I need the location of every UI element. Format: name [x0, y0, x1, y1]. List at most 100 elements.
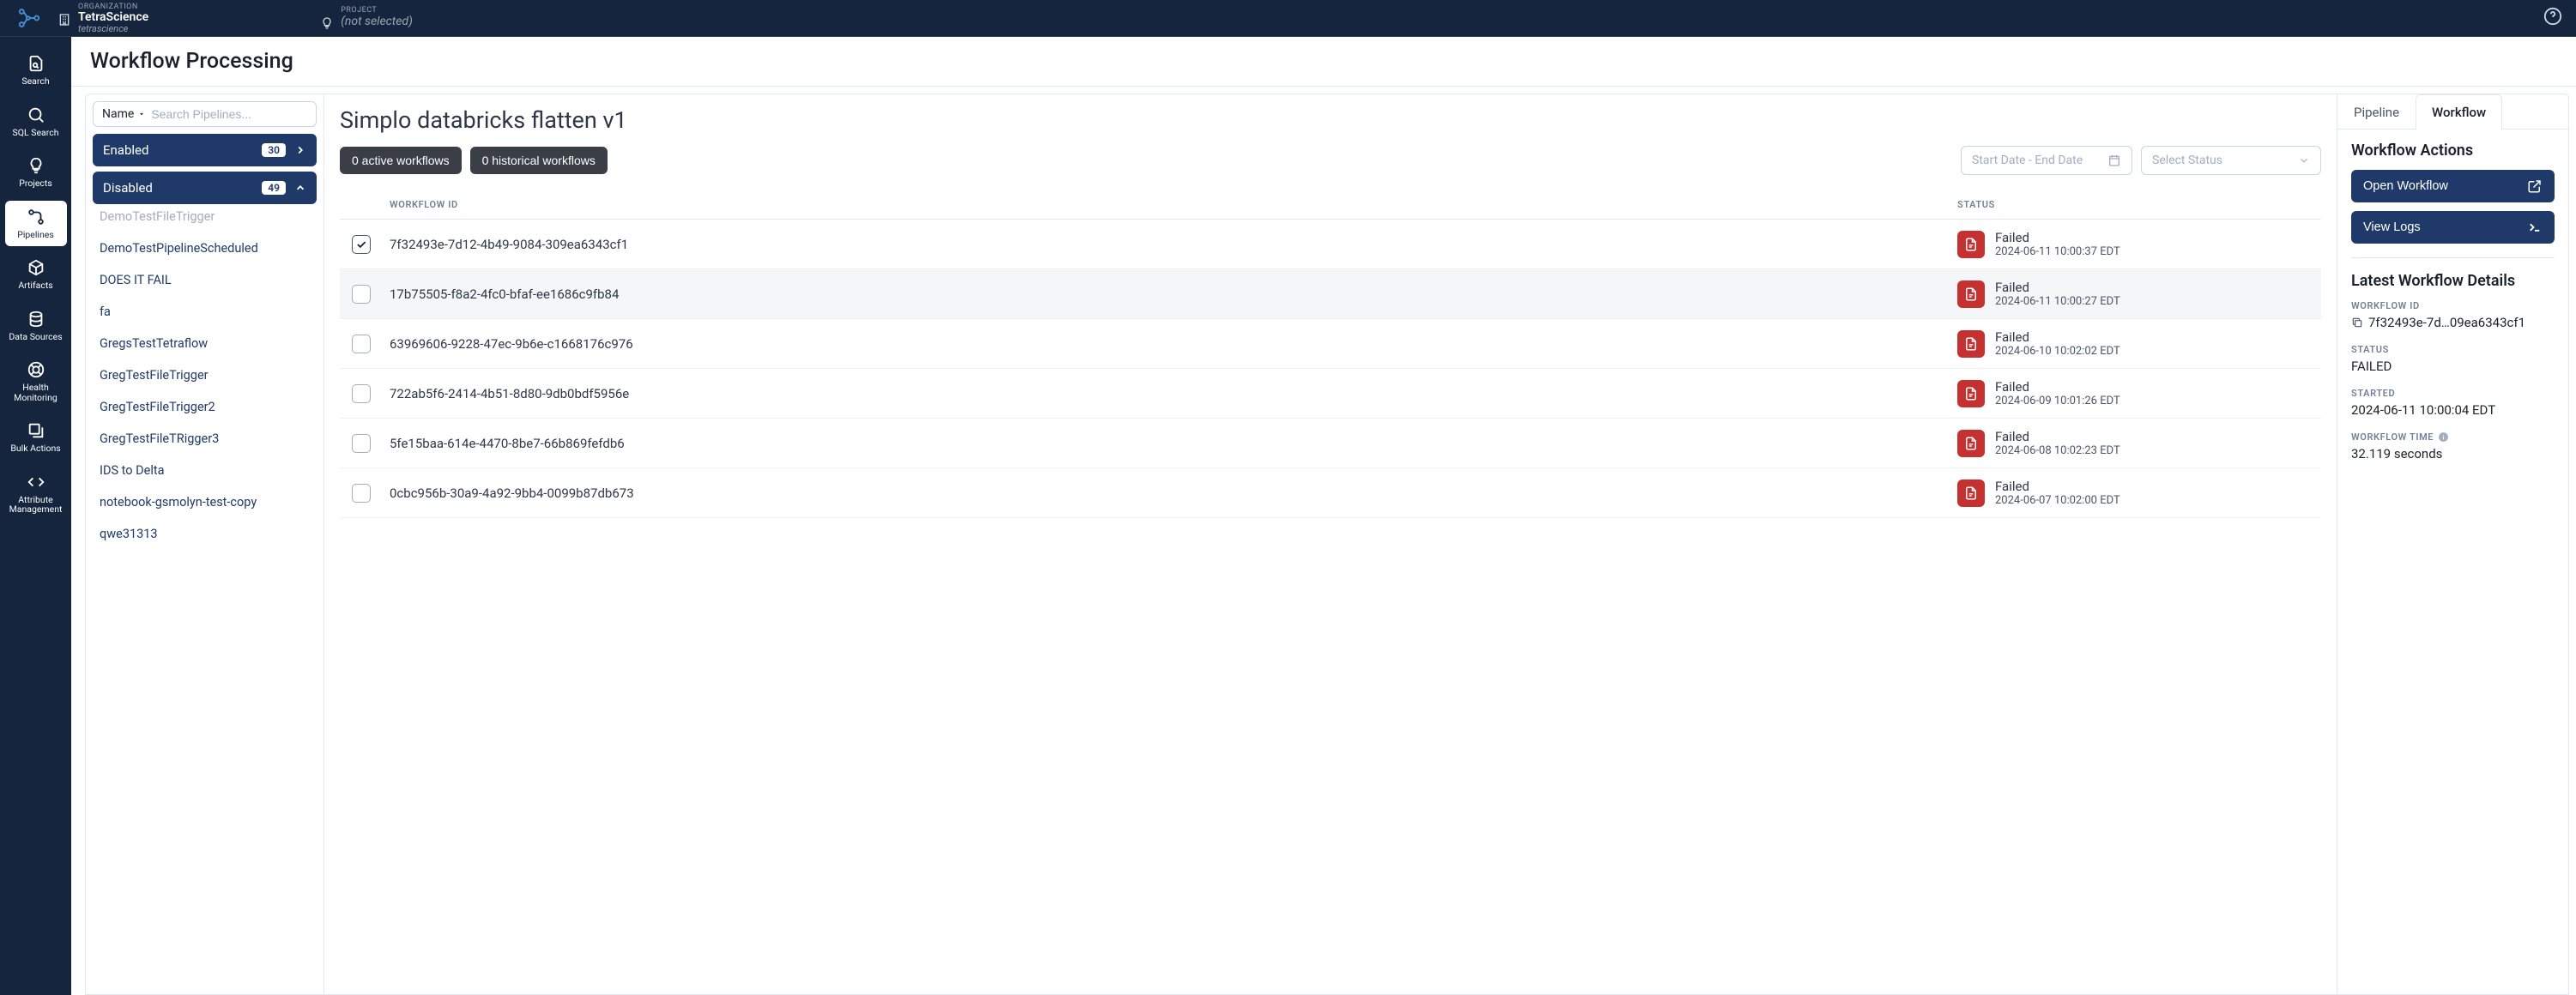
status-badge	[1957, 330, 1985, 358]
pipeline-icon	[27, 208, 45, 226]
group-disabled[interactable]: Disabled 49	[93, 172, 317, 204]
check-icon	[355, 238, 367, 250]
meta-status-label: STATUS	[2351, 344, 2555, 355]
chevron-up-icon	[294, 182, 306, 194]
status-select[interactable]: Select Status	[2141, 146, 2321, 175]
row-status: Failed	[1995, 429, 2120, 444]
row-workflow-id: 722ab5f6-2414-4b51-8d80-9db0bdf5956e	[390, 386, 629, 401]
row-workflow-id: 7f32493e-7d12-4b49-9084-309ea6343cf1	[390, 237, 628, 252]
historical-workflows-button[interactable]: 0 historical workflows	[470, 147, 608, 174]
workflow-row[interactable]: 5fe15baa-614e-4470-8be7-66b869fefdb6 Fail…	[340, 419, 2321, 468]
row-checkbox[interactable]	[352, 285, 371, 304]
col-workflow-id: WORKFLOW ID	[390, 199, 1957, 210]
row-workflow-id: 5fe15baa-614e-4470-8be7-66b869fefdb6	[390, 436, 625, 451]
database-icon	[27, 310, 45, 329]
pipeline-item[interactable]: DOES IT FAIL	[93, 264, 317, 296]
row-status: Failed	[1995, 479, 2120, 494]
workflow-row[interactable]: 63969606-9228-47ec-9b6e-c1668176c976 Fail…	[340, 319, 2321, 369]
pipeline-item[interactable]: GregTestFileTrigger2	[93, 391, 317, 423]
pipeline-item[interactable]: DemoTestFileTrigger	[93, 209, 317, 232]
meta-started-value: 2024-06-11 10:00:04 EDT	[2351, 402, 2555, 418]
pipeline-item[interactable]: GregTestFileTrigger	[93, 359, 317, 391]
date-range-input[interactable]: Start Date - End Date	[1961, 146, 2132, 175]
meta-wfid-value[interactable]: 7f32493e-7d…09ea6343cf1	[2351, 315, 2555, 330]
pipeline-item[interactable]: DemoTestPipelineScheduled	[93, 232, 317, 264]
tab-workflow[interactable]: Workflow	[2416, 94, 2502, 130]
row-timestamp: 2024-06-11 10:00:37 EDT	[1995, 245, 2120, 258]
row-checkbox[interactable]	[352, 235, 371, 254]
row-status: Failed	[1995, 379, 2120, 395]
group-enabled[interactable]: Enabled 30	[93, 134, 317, 166]
project-selector[interactable]: PROJECT (not selected)	[320, 6, 413, 30]
meta-status-value: FAILED	[2351, 359, 2555, 374]
file-error-icon	[1963, 286, 1979, 302]
pipeline-item[interactable]: qwe31313	[93, 518, 317, 550]
nav-projects[interactable]: Projects	[5, 149, 67, 196]
pipeline-item[interactable]: notebook-gsmolyn-test-copy	[93, 486, 317, 518]
status-badge	[1957, 280, 1985, 308]
pipeline-item[interactable]: GregTestFileTRigger3	[93, 423, 317, 455]
lightbulb-icon	[320, 16, 334, 30]
workflow-row[interactable]: 0cbc956b-30a9-4a92-9bb4-0099b87db673 Fail…	[340, 468, 2321, 518]
status-badge	[1957, 231, 1985, 258]
row-workflow-id: 0cbc956b-30a9-4a92-9bb4-0099b87db673	[390, 485, 634, 501]
status-badge	[1957, 479, 1985, 507]
meta-wfid-label: WORKFLOW ID	[2351, 300, 2555, 311]
lifebuoy-icon	[27, 360, 45, 379]
nav-attribute-mgmt[interactable]: Attribute Management	[5, 466, 67, 522]
meta-time-label: WORKFLOW TIME	[2351, 431, 2555, 443]
pipeline-item[interactable]: IDS to Delta	[93, 455, 317, 486]
row-status: Failed	[1995, 329, 2120, 345]
row-timestamp: 2024-06-11 10:00:27 EDT	[1995, 295, 2120, 308]
pipeline-item[interactable]: GregsTestTetraflow	[93, 328, 317, 359]
search-icon	[27, 106, 45, 124]
col-status: STATUS	[1957, 199, 2309, 210]
nav-search[interactable]: Search	[5, 47, 67, 93]
calendar-icon	[2107, 154, 2121, 167]
workflow-row[interactable]: 17b75505-f8a2-4fc0-bfaf-ee1686c9fb84Fail…	[340, 269, 2321, 319]
caret-down-icon	[137, 110, 146, 118]
row-status: Failed	[1995, 280, 2120, 295]
question-circle-icon	[2543, 7, 2562, 26]
nav-data-sources[interactable]: Data Sources	[5, 303, 67, 349]
app-logo[interactable]	[0, 5, 57, 31]
view-logs-button[interactable]: View Logs	[2351, 211, 2555, 244]
tab-pipeline[interactable]: Pipeline	[2337, 94, 2416, 130]
file-search-icon	[27, 54, 45, 73]
workflow-row[interactable]: 7f32493e-7d12-4b49-9084-309ea6343cf1Fail…	[340, 220, 2321, 269]
nav-pipelines[interactable]: Pipelines	[5, 201, 67, 247]
row-checkbox[interactable]	[352, 384, 371, 403]
filter-dropdown[interactable]: Name	[102, 107, 146, 121]
pipeline-item[interactable]: fa	[93, 296, 317, 328]
meta-started-label: STARTED	[2351, 388, 2555, 399]
status-badge	[1957, 380, 1985, 407]
lightbulb-icon	[27, 156, 45, 175]
row-workflow-id: 63969606-9228-47ec-9b6e-c1668176c976	[390, 336, 633, 352]
nav-health[interactable]: Health Monitoring	[5, 353, 67, 409]
row-checkbox[interactable]	[352, 484, 371, 503]
file-error-icon	[1963, 336, 1979, 352]
actions-title: Workflow Actions	[2351, 142, 2555, 160]
nav-sql-search[interactable]: SQL Search	[5, 99, 67, 145]
active-workflows-button[interactable]: 0 active workflows	[340, 147, 462, 174]
workflow-row[interactable]: 722ab5f6-2414-4b51-8d80-9db0bdf5956e Fail…	[340, 369, 2321, 419]
row-checkbox[interactable]	[352, 335, 371, 353]
cube-icon	[27, 258, 45, 277]
terminal-icon	[2527, 220, 2543, 235]
external-link-icon	[2527, 178, 2543, 194]
row-timestamp: 2024-06-07 10:02:00 EDT	[1995, 494, 2120, 507]
building-icon	[57, 13, 71, 27]
code-icon	[27, 473, 45, 491]
row-checkbox[interactable]	[352, 434, 371, 453]
latest-title: Latest Workflow Details	[2351, 272, 2555, 290]
nav-artifacts[interactable]: Artifacts	[5, 251, 67, 298]
org-selector[interactable]: ORGANIZATION TetraScience tetrascience	[57, 3, 148, 34]
file-error-icon	[1963, 485, 1979, 501]
nav-bulk-actions[interactable]: Bulk Actions	[5, 414, 67, 461]
pipeline-search[interactable]: Name	[93, 101, 317, 127]
open-workflow-button[interactable]: Open Workflow	[2351, 170, 2555, 202]
search-input[interactable]	[151, 107, 307, 121]
layers-icon	[27, 421, 45, 440]
project-label: PROJECT	[341, 6, 413, 15]
help-button[interactable]	[2543, 7, 2562, 29]
